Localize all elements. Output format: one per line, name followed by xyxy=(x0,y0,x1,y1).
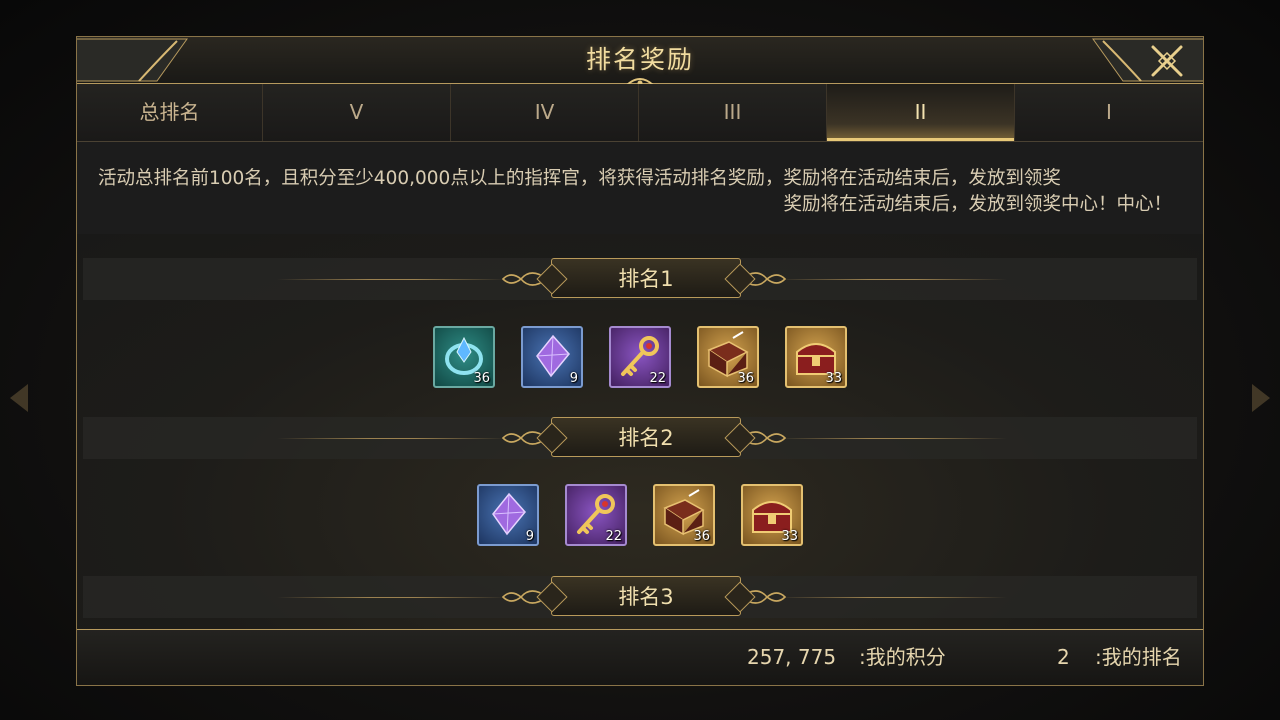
rank-header-1: 排名1 xyxy=(77,258,1203,300)
description-line-2: 奖励将在活动结束后，发放到领奖中心！中心！ xyxy=(783,194,1172,215)
rank-plate: 排名1 xyxy=(551,258,741,298)
rank-header-2: 排名2 xyxy=(77,417,1203,459)
reward-item[interactable]: 9 xyxy=(477,484,539,546)
tab-tier-iv[interactable]: IV xyxy=(451,84,639,141)
tab-tier-i[interactable]: I xyxy=(1015,84,1203,141)
reward-item[interactable]: 22 xyxy=(609,326,671,388)
next-page-arrow-icon[interactable] xyxy=(1252,384,1270,412)
rank-label: 排名2 xyxy=(618,426,674,450)
item-quantity: 36 xyxy=(473,371,490,386)
tab-tier-ii[interactable]: II xyxy=(827,84,1015,141)
reward-items-rank-2: 9 22 36 33 xyxy=(77,484,1203,550)
rank-plate: 排名3 xyxy=(551,576,741,616)
rank-header-3: 排名3 xyxy=(77,576,1203,618)
reward-item[interactable]: 36 xyxy=(653,484,715,546)
prev-page-arrow-icon[interactable] xyxy=(10,384,28,412)
item-quantity: 9 xyxy=(569,371,578,386)
item-quantity: 22 xyxy=(649,371,666,386)
rank-reward-panel: 排名奖励 总排名 V IV III II I 活动总排名前100名，且积分至少4… xyxy=(76,36,1204,686)
tab-tier-iii[interactable]: III xyxy=(639,84,827,141)
reward-item[interactable]: 22 xyxy=(565,484,627,546)
item-quantity: 33 xyxy=(781,529,798,544)
divider-line xyxy=(277,279,507,280)
item-quantity: 22 xyxy=(605,529,622,544)
description-line-1: 活动总排名前100名，且积分至少400,000点以上的指挥官，将获得活动排名奖励… xyxy=(98,168,1061,189)
my-status-bar: 257, 775 :我的积分 2 :我的排名 xyxy=(77,629,1203,685)
item-quantity: 36 xyxy=(737,371,754,386)
divider-line xyxy=(277,438,507,439)
background-ornament-left xyxy=(0,0,70,720)
reward-items-rank-1: 36 9 22 36 33 xyxy=(77,326,1203,392)
reward-item[interactable]: 33 xyxy=(785,326,847,388)
divider-line xyxy=(777,597,1007,598)
rank-label: 排名1 xyxy=(618,267,674,291)
title-bar: 排名奖励 xyxy=(77,37,1203,86)
reward-description: 活动总排名前100名，且积分至少400,000点以上的指挥官，将获得活动排名奖励… xyxy=(77,142,1203,234)
divider-line xyxy=(277,597,507,598)
item-quantity: 9 xyxy=(525,529,534,544)
my-score-label: :我的积分 xyxy=(859,645,946,669)
rank-plate: 排名2 xyxy=(551,417,741,457)
divider-line xyxy=(777,279,1007,280)
reward-item[interactable]: 36 xyxy=(433,326,495,388)
item-quantity: 36 xyxy=(693,529,710,544)
tab-tier-v[interactable]: V xyxy=(263,84,451,141)
item-quantity: 33 xyxy=(825,371,842,386)
rank-reward-list[interactable]: 排名1 36 9 22 36 33 排名2 9 22 36 33 排名3 xyxy=(77,234,1203,631)
my-rank-label: :我的排名 xyxy=(1095,645,1182,669)
tier-tabs: 总排名 V IV III II I xyxy=(77,84,1203,142)
close-x-icon xyxy=(1151,45,1183,77)
close-button[interactable] xyxy=(1145,41,1189,81)
my-score-value: 257, 775 xyxy=(747,645,837,669)
tab-overall-rank[interactable]: 总排名 xyxy=(77,84,263,141)
divider-line xyxy=(777,438,1007,439)
background-ornament-right xyxy=(1210,0,1280,720)
rank-label: 排名3 xyxy=(618,585,674,609)
my-rank-value: 2 xyxy=(1057,645,1070,669)
reward-item[interactable]: 9 xyxy=(521,326,583,388)
reward-item[interactable]: 33 xyxy=(741,484,803,546)
reward-item[interactable]: 36 xyxy=(697,326,759,388)
